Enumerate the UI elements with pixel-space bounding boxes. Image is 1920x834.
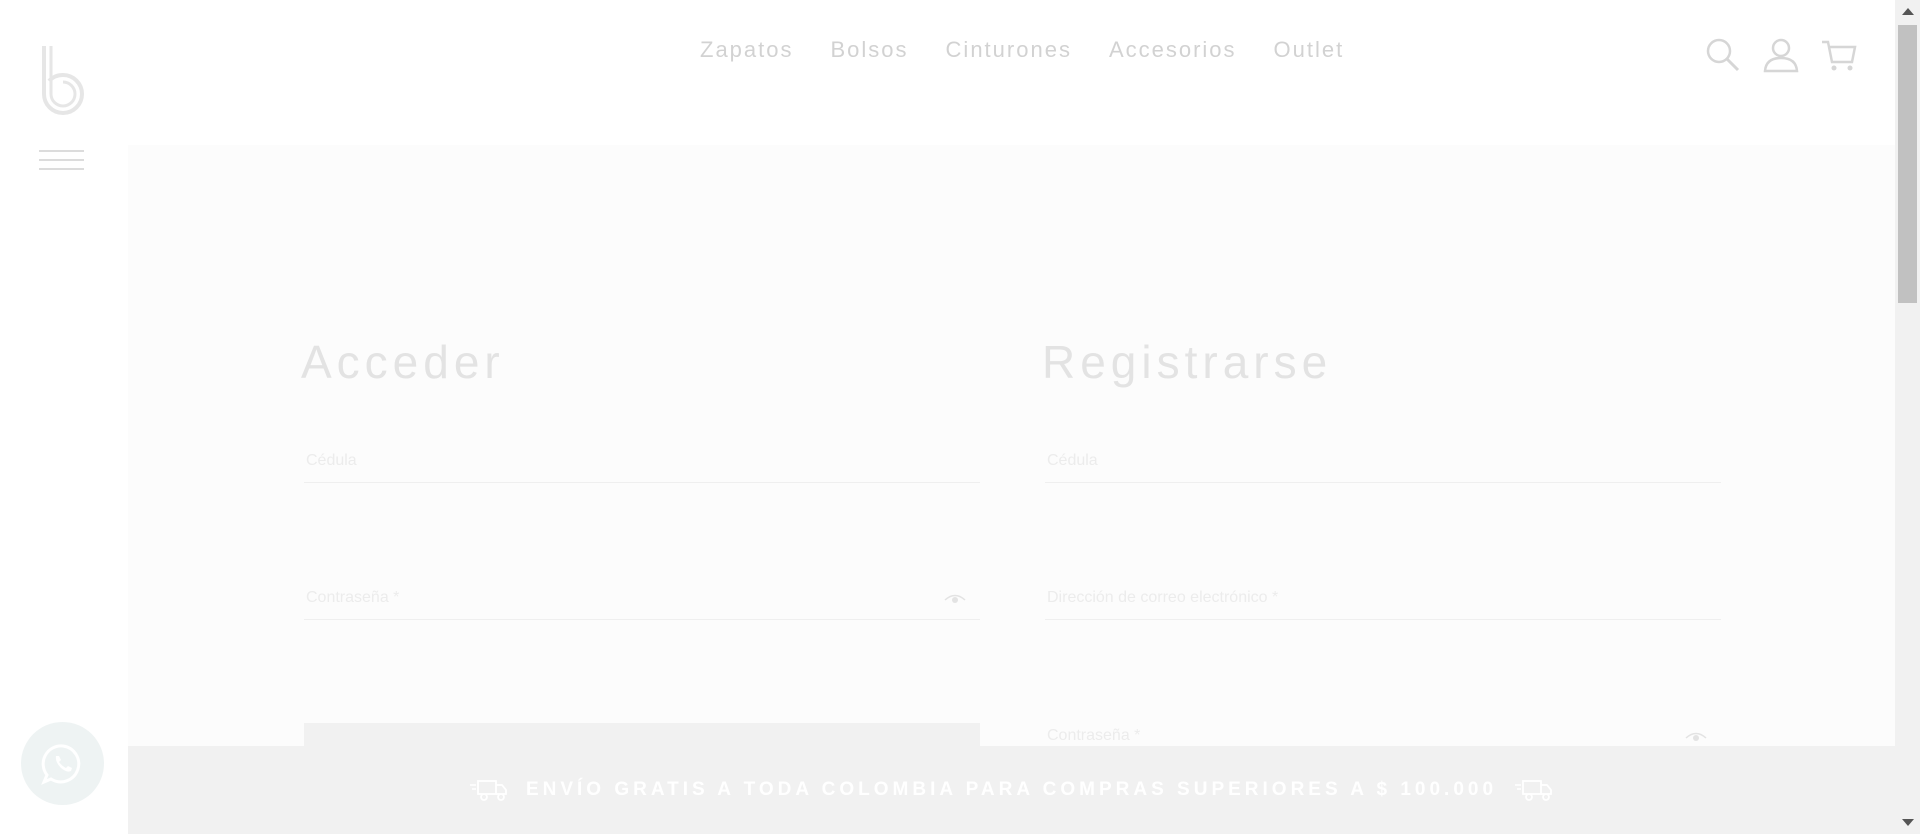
login-password-field[interactable]: Contraseña *	[304, 579, 980, 620]
login-cedula-placeholder: Cédula	[306, 452, 357, 469]
scrollbar-thumb[interactable]	[1898, 25, 1917, 303]
login-password-placeholder: Contraseña *	[306, 589, 400, 606]
nav-item-cinturones[interactable]: Cinturones	[946, 37, 1072, 63]
vertical-scrollbar[interactable]	[1895, 0, 1920, 834]
free-shipping-banner: ENVÍO GRATIS A TODA COLOMBIA PARA COMPRA…	[128, 746, 1895, 834]
nav-item-outlet[interactable]: Outlet	[1274, 37, 1345, 63]
brand-logo[interactable]	[38, 44, 88, 116]
nav-item-accesorios[interactable]: Accesorios	[1109, 37, 1237, 63]
banner-text: ENVÍO GRATIS A TODA COLOMBIA PARA COMPRA…	[525, 779, 1498, 800]
login-title: Acceder	[301, 336, 505, 388]
scroll-up-arrow[interactable]	[1902, 8, 1914, 15]
truck-icon	[1515, 780, 1552, 801]
register-password-placeholder: Contraseña *	[1047, 727, 1141, 744]
register-cedula-placeholder: Cédula	[1047, 452, 1098, 469]
register-cedula-field[interactable]: Cédula	[1045, 442, 1721, 483]
scroll-down-arrow[interactable]	[1902, 819, 1914, 826]
whatsapp-icon	[40, 743, 80, 785]
login-cedula-field[interactable]: Cédula	[304, 442, 980, 483]
nav-item-zapatos[interactable]: Zapatos	[700, 37, 794, 63]
hamburger-icon[interactable]	[39, 150, 84, 170]
account-panel: Acceder Cédula Contraseña * Registrarse …	[128, 145, 1895, 834]
truck-icon	[469, 780, 507, 801]
eye-icon[interactable]	[1685, 731, 1707, 745]
main-nav: Zapatos Bolsos Cinturones Accesorios Out…	[700, 37, 1344, 63]
user-icon[interactable]	[1762, 36, 1800, 74]
register-email-placeholder: Dirección de correo electrónico *	[1047, 589, 1279, 606]
search-icon[interactable]	[1704, 36, 1742, 74]
cart-icon[interactable]	[1820, 36, 1858, 74]
eye-icon[interactable]	[944, 593, 966, 607]
register-email-field[interactable]: Dirección de correo electrónico *	[1045, 579, 1721, 620]
nav-item-bolsos[interactable]: Bolsos	[831, 37, 909, 63]
header-icons	[1704, 36, 1858, 74]
register-title: Registrarse	[1042, 336, 1333, 388]
whatsapp-button[interactable]	[21, 722, 104, 805]
